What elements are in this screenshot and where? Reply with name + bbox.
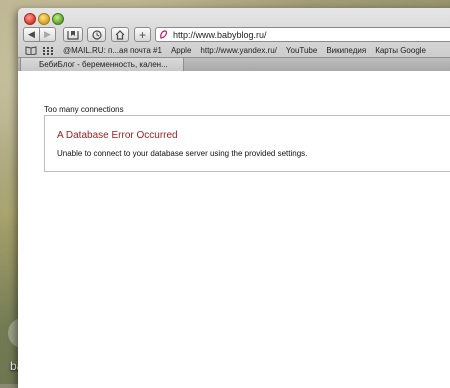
back-arrow-icon: ◀ (28, 29, 35, 39)
open-book-icon[interactable] (25, 46, 37, 56)
error-box: A Database Error Occurred Unable to conn… (44, 115, 450, 172)
error-title: Too many connections (44, 105, 124, 114)
tab-babyblog[interactable]: БебиБлог - беременность, кален... (20, 58, 184, 71)
address-bar[interactable]: http://www.babyblog.ru/ (155, 27, 450, 42)
tab-bar: БебиБлог - беременность, кален... (18, 57, 450, 71)
close-window-button[interactable] (24, 13, 36, 25)
minimize-window-button[interactable] (38, 13, 50, 25)
back-button[interactable]: ◀ (23, 27, 40, 42)
bookmark-yandex[interactable]: http://www.yandex.ru/ (200, 46, 276, 55)
bookmarks-bar: @MAIL.RU: п...ая почта #1 Apple http://w… (18, 44, 450, 57)
browser-toolbar: ◀ ▶ + http://www.babyblog.ru/ @MAIL.RU: … (18, 8, 450, 71)
browser-window: ◀ ▶ + http://www.babyblog.ru/ @MAIL.RU: … (18, 8, 450, 388)
grid-icon[interactable] (43, 46, 53, 55)
bookmark-wikipedia[interactable]: Википедия (326, 46, 366, 55)
url-text: http://www.babyblog.ru/ (173, 29, 267, 40)
error-message: Unable to connect to your database serve… (57, 149, 308, 158)
add-bookmark-button[interactable]: + (134, 27, 151, 42)
bookmark-icon (67, 30, 79, 40)
bookmark-youtube[interactable]: YouTube (286, 46, 317, 55)
bookmarks-button[interactable] (63, 27, 83, 42)
forward-button[interactable]: ▶ (40, 27, 56, 42)
error-heading: A Database Error Occurred (57, 130, 178, 141)
bookmark-mail-ru[interactable]: @MAIL.RU: п...ая почта #1 (63, 46, 162, 55)
bookmark-google-maps[interactable]: Карты Google (375, 46, 426, 55)
zoom-window-button[interactable] (52, 13, 64, 25)
forward-arrow-icon: ▶ (44, 29, 51, 39)
site-favicon-icon (159, 30, 168, 39)
page-content: Too many connections A Database Error Oc… (18, 71, 450, 388)
plus-icon: + (138, 27, 146, 42)
home-button[interactable] (111, 27, 129, 42)
clock-icon (91, 29, 102, 40)
bookmark-apple[interactable]: Apple (171, 46, 191, 55)
home-icon (115, 29, 125, 40)
history-button[interactable] (87, 27, 106, 42)
